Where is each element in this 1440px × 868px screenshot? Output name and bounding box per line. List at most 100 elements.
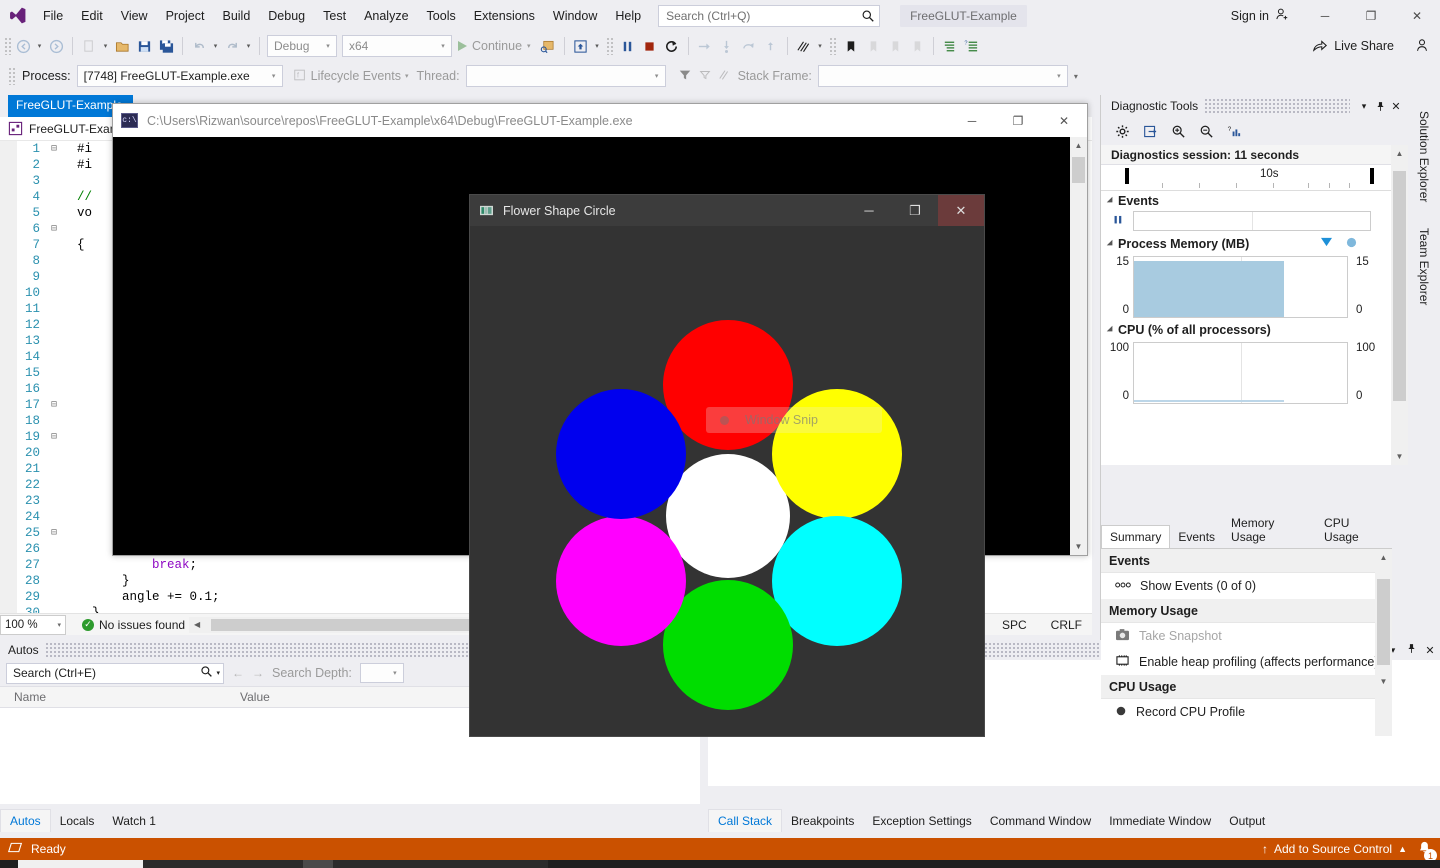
memory-snapshot-marker-icon[interactable] (1320, 237, 1333, 251)
glut-maximize-button[interactable]: ❐ (892, 195, 938, 226)
feedback-icon[interactable] (1414, 37, 1430, 56)
restart-icon[interactable] (661, 35, 683, 57)
diag-tab-events[interactable]: Events (1170, 526, 1223, 548)
console-maximize-button[interactable]: ❐ (995, 104, 1041, 137)
navigate-forward-button[interactable] (45, 35, 67, 57)
navigate-backward-caret[interactable]: ▾ (34, 35, 45, 57)
window-maximize-button[interactable]: ❐ (1348, 0, 1394, 31)
toolbar-grip-2[interactable] (605, 37, 614, 55)
live-share-button[interactable]: Live Share (1312, 37, 1440, 56)
editor-zoom-select[interactable]: 100 % ▾ (0, 614, 66, 635)
events-pause-icon[interactable] (1107, 214, 1129, 229)
navigate-backward-button[interactable] (12, 35, 34, 57)
diagnostic-graphs-scrollbar[interactable]: ▲ ▼ (1391, 145, 1408, 465)
menu-item-build[interactable]: Build (213, 4, 259, 28)
menu-item-analyze[interactable]: Analyze (355, 4, 417, 28)
fold-toggle-icon[interactable]: ⊟ (46, 143, 62, 155)
diagnostic-close-icon[interactable]: ✕ (1388, 98, 1404, 114)
glut-close-button[interactable]: ✕ (938, 195, 984, 226)
taskbar-item-2[interactable] (143, 860, 303, 868)
vertical-tab-solution-explorer[interactable]: Solution Explorer (1417, 101, 1431, 212)
menu-item-file[interactable]: File (34, 4, 72, 28)
stack-frame-select[interactable]: ▾ (817, 65, 1068, 87)
autos-search-caret[interactable]: ▾ (216, 669, 220, 677)
taskbar-item-4[interactable] (333, 860, 548, 868)
show-threads-icon[interactable] (793, 35, 815, 57)
threads-caret[interactable]: ▾ (815, 35, 826, 57)
show-next-statement-icon[interactable] (694, 35, 716, 57)
taskbar-item-3[interactable] (303, 860, 333, 868)
fold-toggle-icon[interactable]: ⊟ (46, 431, 62, 443)
previous-bookmark-icon[interactable] (862, 35, 884, 57)
console-scroll-down-icon[interactable]: ▼ (1070, 538, 1087, 555)
diag-scroll-down-icon[interactable]: ▼ (1391, 448, 1408, 465)
undo-caret[interactable]: ▾ (210, 35, 221, 57)
summary-show-events-row[interactable]: Show Events (0 of 0) (1101, 573, 1392, 599)
summary-scroll-up-icon[interactable]: ▲ (1375, 549, 1392, 566)
step-into-icon[interactable] (716, 35, 738, 57)
live-visual-caret[interactable]: ▾ (592, 35, 603, 57)
flower-shape-circle-window[interactable]: Flower Shape Circle ─ ❐ ✕ Window Snip (469, 194, 985, 737)
toggle-bookmark-icon[interactable] (840, 35, 862, 57)
uncomment-lines-icon[interactable]: ? (961, 35, 983, 57)
save-all-icon[interactable] (155, 35, 177, 57)
console-title-bar[interactable]: c:\ C:\Users\Rizwan\source\repos\FreeGLU… (113, 104, 1087, 137)
live-visual-tree-icon[interactable] (570, 35, 592, 57)
menu-item-tools[interactable]: Tools (418, 4, 465, 28)
undo-icon[interactable] (188, 35, 210, 57)
menu-item-window[interactable]: Window (544, 4, 606, 28)
tab-exception-settings[interactable]: Exception Settings (863, 810, 980, 832)
autos-next-icon[interactable]: → (252, 666, 264, 680)
summary-record-cpu-row[interactable]: Record CPU Profile (1101, 699, 1392, 725)
diag-tab-memory-usage[interactable]: Memory Usage (1223, 512, 1316, 548)
overflow-chevron-icon[interactable]: ▾ (1074, 72, 1078, 81)
proc-toolbar-grip[interactable] (8, 67, 16, 85)
clear-bookmarks-icon[interactable] (906, 35, 928, 57)
toolbar-grip[interactable] (4, 37, 12, 55)
menu-item-help[interactable]: Help (606, 4, 650, 28)
menu-item-test[interactable]: Test (314, 4, 355, 28)
diag-tab-cpu-usage[interactable]: CPU Usage (1316, 512, 1392, 548)
tab-breakpoints[interactable]: Breakpoints (782, 810, 863, 832)
new-item-caret[interactable]: ▾ (100, 35, 111, 57)
console-scroll-thumb[interactable] (1072, 157, 1085, 183)
panel-close-icon[interactable]: ✕ (1420, 644, 1440, 657)
console-minimize-button[interactable]: ─ (949, 104, 995, 137)
filter-clear-icon[interactable] (698, 68, 712, 85)
autos-search-input[interactable]: Search (Ctrl+E) ▾ (6, 662, 224, 684)
opengl-render-canvas[interactable]: Window Snip (470, 226, 984, 736)
diag-tab-summary[interactable]: Summary (1101, 525, 1171, 548)
continue-caret[interactable]: ▾ (527, 42, 531, 50)
tab-locals[interactable]: Locals (51, 810, 104, 832)
toolbar-grip-3[interactable] (828, 37, 837, 55)
search-depth-select[interactable]: ▾ (359, 663, 404, 683)
window-close-button[interactable]: ✕ (1394, 0, 1440, 31)
process-memory-section-header[interactable]: Process Memory (MB) (1101, 234, 1392, 254)
tab-call-stack[interactable]: Call Stack (708, 809, 783, 832)
cpu-graph[interactable] (1133, 342, 1348, 404)
stop-debugging-icon[interactable] (639, 35, 661, 57)
autos-prev-icon[interactable]: ← (232, 666, 244, 680)
menu-item-debug[interactable]: Debug (259, 4, 314, 28)
events-section-header[interactable]: Events (1101, 191, 1392, 211)
gear-icon[interactable] (1109, 120, 1135, 142)
add-to-source-control-button[interactable]: ↑ Add to Source Control ▲ (1262, 842, 1407, 856)
solution-platform-select[interactable]: x64 ▾ (342, 35, 452, 57)
zoom-reset-chart-icon[interactable]: ? (1221, 120, 1247, 142)
summary-scroll-thumb[interactable] (1377, 579, 1390, 665)
menu-item-extensions[interactable]: Extensions (465, 4, 544, 28)
menu-item-edit[interactable]: Edit (72, 4, 112, 28)
navbar-scope[interactable]: FreeGLUT-Exam (29, 122, 120, 136)
diagnostics-timeline-ruler[interactable]: 10s (1101, 165, 1392, 191)
lifecycle-caret[interactable]: ▾ (405, 72, 409, 80)
export-icon[interactable] (1137, 120, 1163, 142)
redo-icon[interactable] (221, 35, 243, 57)
window-snip-overlay[interactable]: Window Snip (706, 407, 882, 433)
new-project-icon[interactable] (78, 35, 100, 57)
vertical-tab-team-explorer[interactable]: Team Explorer (1417, 218, 1431, 315)
summary-enable-heap-row[interactable]: Enable heap profiling (affects performan… (1101, 649, 1392, 675)
summary-take-snapshot-row[interactable]: Take Snapshot (1101, 623, 1392, 649)
summary-scrollbar[interactable]: ▲ ▼ (1375, 549, 1392, 736)
diag-scroll-up-icon[interactable]: ▲ (1391, 145, 1408, 162)
menu-item-project[interactable]: Project (157, 4, 214, 28)
